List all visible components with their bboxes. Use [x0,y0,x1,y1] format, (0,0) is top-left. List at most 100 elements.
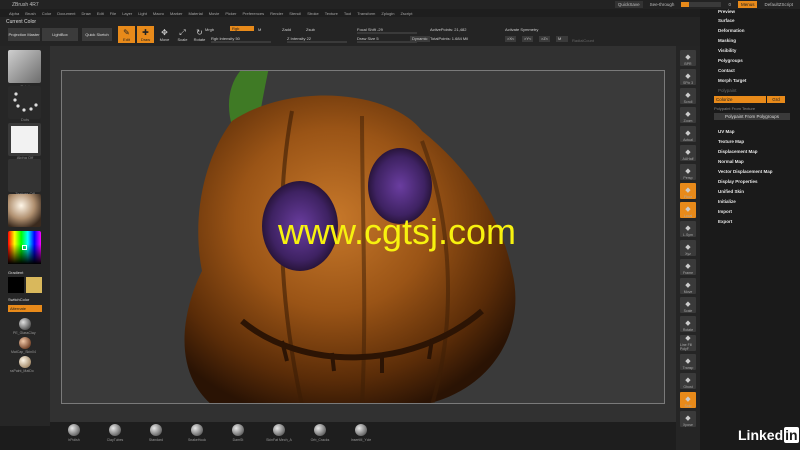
palette-item[interactable]: Initialize [718,199,736,204]
palette-item[interactable]: Displacement Map [718,149,758,154]
material-slot-1[interactable] [19,318,31,330]
texture-thumbnail[interactable] [8,159,41,192]
menu-item[interactable]: Zplugin [378,11,397,16]
menu-item[interactable]: Render [267,11,286,16]
colorize-button[interactable]: Colorize [714,96,766,103]
menu-item[interactable]: Marker [167,11,185,16]
grd-button[interactable]: Grd [767,96,785,103]
palette-item[interactable]: Deformation [718,28,745,33]
focal-shift-slider[interactable] [357,32,417,34]
right-shelf-button[interactable]: ◆ Move [680,278,696,294]
brush-slot[interactable]: DamSt [220,424,256,442]
zsub-toggle[interactable]: Zsub [306,27,315,32]
palette-item[interactable]: Import [718,209,732,214]
menu-item[interactable]: File [107,11,119,16]
switch-color-button[interactable]: SwitchColor [8,297,29,302]
right-shelf-button[interactable]: ◆ Transp [680,354,696,370]
palette-item[interactable]: Polypaint [718,88,737,93]
script-name[interactable]: DefaultZScript [761,1,796,8]
color-picker[interactable] [8,231,41,264]
menu-item[interactable]: Zscript [397,11,415,16]
menu-item[interactable]: Alpha [6,11,22,16]
right-shelf-button[interactable]: ◆ Rotate [680,316,696,332]
z-intensity-slider[interactable] [287,41,347,43]
symmetry-z-button[interactable]: >Z< [539,36,551,42]
activate-symmetry-button[interactable]: Activate Symmetry [505,27,538,32]
material-thumbnail[interactable] [8,194,41,227]
rgb-toggle[interactable]: Rgb [230,26,254,31]
draw-size-slider[interactable] [357,41,417,43]
material-slot-2[interactable] [19,337,31,349]
menu-item[interactable]: Transform [354,11,378,16]
right-shelf-button[interactable]: ◆ Actual [680,126,696,142]
menu-item[interactable]: Color [39,11,55,16]
right-shelf-button[interactable]: ◆ Ghost [680,373,696,389]
right-shelf-button[interactable]: ◆ SPix 3 [680,69,696,85]
menu-item[interactable]: Picker [222,11,239,16]
palette-item[interactable]: Polygroups [718,58,743,63]
brush-slot[interactable]: SnakeHook [179,424,215,442]
right-shelf-button[interactable]: ◆ AAHalf [680,145,696,161]
symmetry-m-button[interactable]: M [556,36,568,42]
menu-item[interactable]: Edit [94,11,107,16]
edit-mode-button[interactable]: ✎ Edit [118,26,135,43]
palette-item[interactable]: Unified Skin [718,189,744,194]
menu-item[interactable]: Movie [206,11,223,16]
polypaint-from-texture-button[interactable]: Polypaint From Texture [714,106,755,111]
zadd-toggle[interactable]: Zadd [282,27,291,32]
palette-item[interactable]: Masking [718,38,736,43]
right-shelf-button[interactable]: ◆ L.Sym [680,221,696,237]
right-shelf-button[interactable]: ◆ Xpose [680,411,696,427]
rgb-intensity-slider[interactable] [211,41,271,43]
draw-mode-button[interactable]: ✚ Draw [137,26,154,43]
menu-item[interactable]: Draw [78,11,93,16]
menu-item[interactable]: Preferences [240,11,268,16]
m-toggle[interactable]: M [258,27,261,32]
palette-item[interactable]: Export [718,219,732,224]
lightbox-button[interactable]: LightBox [42,28,78,41]
polypaint-from-polygroups-button[interactable]: Polypaint From Polygroups [714,113,790,120]
alternate-toggle[interactable]: Alternate [8,305,42,312]
dynamic-toggle[interactable]: Dynamic [410,36,430,42]
material-slot-3[interactable] [19,356,31,368]
menu-item[interactable]: Light [135,11,150,16]
palette-item[interactable]: Normal Map [718,159,744,164]
right-shelf-button[interactable]: ◆ Zoom [680,107,696,123]
menu-item[interactable]: Brush [22,11,38,16]
symmetry-x-button[interactable]: >X< [505,36,517,42]
palette-item[interactable]: Surface [718,18,735,23]
stroke-thumbnail[interactable] [8,86,41,119]
color-picker-cursor[interactable] [22,245,27,250]
right-shelf-button[interactable]: ◆ Frame [680,259,696,275]
right-shelf-button[interactable]: ◆ Scale [680,297,696,313]
scale-mode-button[interactable]: ⤢ Scale [174,26,191,43]
brush-slot[interactable]: InsertM_Ycle [343,424,379,442]
right-shelf-button[interactable]: ◆ Line Fill PolyF [680,335,696,351]
brush-slot[interactable]: Orb_Cracks [302,424,338,442]
move-mode-button[interactable]: ✥ Move [156,26,173,43]
symmetry-y-button[interactable]: >Y< [522,36,534,42]
menu-item[interactable]: Macro [150,11,167,16]
brush-thumbnail[interactable] [8,50,41,83]
quick-sketch-button[interactable]: Quick Sketch [82,28,112,41]
right-shelf-button[interactable]: ◆ Scroll [680,88,696,104]
palette-item[interactable]: Morph Target [718,78,746,83]
palette-item[interactable]: Texture Map [718,139,744,144]
palette-item[interactable]: Display Properties [718,179,758,184]
right-shelf-button[interactable]: ◆ Xyz [680,240,696,256]
menu-item[interactable]: Stroke [304,11,322,16]
secondary-color-swatch[interactable] [26,277,42,293]
palette-item[interactable]: Contact [718,68,735,73]
menu-item[interactable]: Material [185,11,205,16]
menu-item[interactable]: Layer [119,11,135,16]
right-shelf-button[interactable]: ◆ Floor [680,183,696,199]
rotate-mode-button[interactable]: ↻ Rotate [191,26,208,43]
menu-item[interactable]: Stencil [286,11,304,16]
quicksave-button[interactable]: QuickSave [614,1,643,8]
palette-item[interactable]: UV Map [718,129,735,134]
palette-item[interactable]: Visibility [718,48,736,53]
see-through-slider[interactable] [681,2,722,7]
right-shelf-button[interactable]: ◆ Persp [680,164,696,180]
right-shelf-button[interactable]: ◆ BPR [680,50,696,66]
palette-item[interactable]: Preview [718,9,735,14]
